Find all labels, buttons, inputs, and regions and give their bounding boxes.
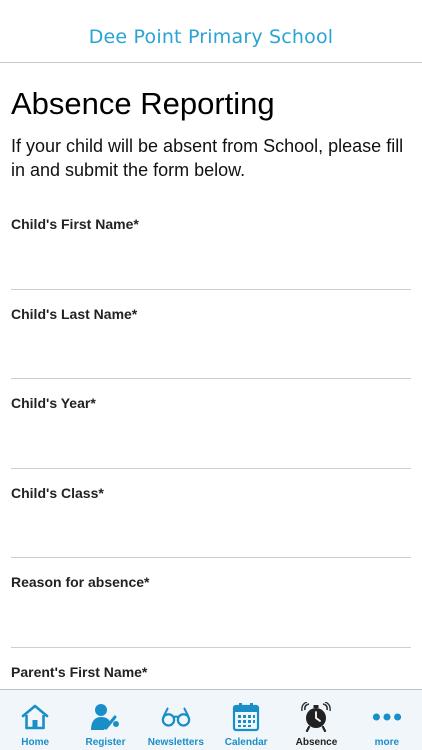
tab-newsletters[interactable]: Newsletters bbox=[141, 690, 211, 750]
tab-home[interactable]: Home bbox=[0, 690, 70, 750]
first-name-input[interactable] bbox=[11, 244, 415, 282]
tab-calendar[interactable]: Calendar bbox=[211, 690, 281, 750]
tab-label: more bbox=[374, 737, 400, 748]
last-name-field: Child's Last Name* bbox=[11, 290, 415, 380]
home-icon bbox=[20, 702, 50, 732]
intro-text: If your child will be absent from School… bbox=[11, 136, 404, 180]
tab-label: Absence bbox=[295, 737, 338, 748]
page-title: Absence Reporting bbox=[11, 86, 275, 121]
tab-label: Register bbox=[85, 737, 126, 748]
tab-label: Newsletters bbox=[147, 737, 204, 748]
tab-bar: Home Register Newsletters Calendar Absen… bbox=[0, 689, 422, 750]
page-content: Absence Reporting If your child will be … bbox=[11, 84, 411, 182]
tab-label: Calendar bbox=[224, 737, 268, 748]
alarm-clock-icon bbox=[301, 702, 332, 732]
field-label: Child's Class* bbox=[11, 484, 104, 501]
reason-field: Reason for absence* bbox=[11, 558, 415, 648]
more-dots-icon bbox=[372, 702, 402, 732]
field-label: Reason for absence* bbox=[11, 574, 150, 591]
tab-register[interactable]: Register bbox=[70, 690, 140, 750]
tab-more[interactable]: more bbox=[352, 690, 422, 750]
reason-input[interactable] bbox=[11, 602, 415, 641]
school-name: Dee Point Primary School bbox=[88, 26, 334, 48]
class-field: Child's Class* bbox=[11, 469, 415, 559]
tab-absence[interactable]: Absence bbox=[281, 690, 351, 750]
field-label: Child's Last Name* bbox=[11, 305, 138, 322]
absence-form: Child's First Name* Child's Last Name* C… bbox=[11, 200, 415, 738]
register-icon bbox=[90, 702, 120, 732]
last-name-input[interactable] bbox=[11, 333, 415, 372]
first-name-field: Child's First Name* bbox=[11, 200, 415, 290]
field-label: Parent's First Name* bbox=[11, 663, 148, 680]
field-label: Child's Year* bbox=[11, 395, 96, 412]
calendar-icon bbox=[231, 702, 261, 732]
field-label: Child's First Name* bbox=[11, 216, 139, 232]
year-input[interactable] bbox=[11, 423, 415, 462]
app-header: Dee Point Primary School bbox=[0, 0, 422, 63]
tab-label: Home bbox=[21, 737, 50, 748]
year-field: Child's Year* bbox=[11, 379, 415, 469]
class-input[interactable] bbox=[11, 512, 415, 551]
glasses-icon bbox=[161, 702, 191, 732]
